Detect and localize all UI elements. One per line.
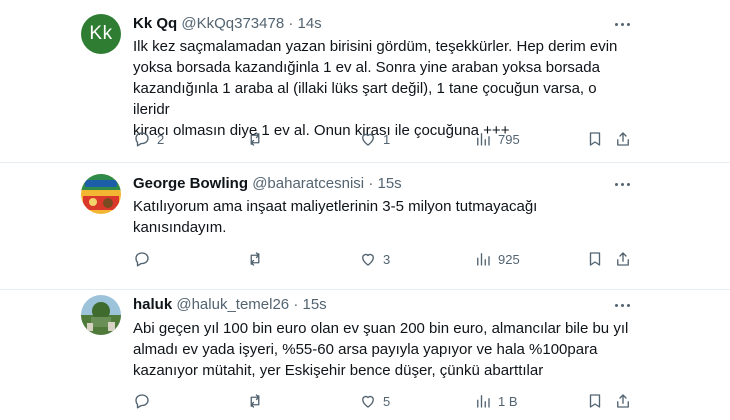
like-button[interactable]: 5 — [359, 391, 390, 411]
bookmark-icon — [589, 252, 601, 266]
reply-button[interactable] — [133, 249, 157, 269]
views-button[interactable]: 795 — [474, 129, 520, 149]
views-icon — [477, 395, 490, 408]
reply-count: 2 — [157, 131, 165, 147]
like-button[interactable]: 3 — [359, 249, 390, 269]
action-bar: 3 925 — [0, 249, 730, 269]
like-icon — [362, 395, 374, 408]
more-icon[interactable] — [612, 14, 632, 34]
author-handle[interactable]: @baharatcesnisi — [252, 175, 364, 192]
avatar[interactable] — [81, 295, 121, 335]
retweet-icon — [250, 132, 260, 146]
views-count: 795 — [498, 131, 520, 147]
separator-dot: · — [293, 296, 299, 313]
views-count: 1 B — [498, 393, 518, 409]
author-name[interactable]: George Bowling — [133, 175, 248, 192]
author-name[interactable]: Kk Qq — [133, 15, 177, 32]
like-icon — [362, 253, 374, 266]
tweet[interactable]: haluk @haluk_temel26 · 15s Abi geçen yıl… — [0, 290, 730, 420]
retweet-button[interactable] — [246, 391, 270, 411]
avatar[interactable] — [81, 174, 121, 214]
tweet-header: Kk Qq @KkQq373478 · 14s — [133, 15, 322, 33]
reply-icon — [135, 132, 149, 147]
tweet-text: Katılıyorum ama inşaat maliyetlerinin 3-… — [133, 198, 538, 236]
author-name[interactable]: haluk — [133, 296, 172, 313]
timestamp[interactable]: 15s — [303, 296, 327, 313]
share-button[interactable] — [614, 391, 632, 411]
bookmark-button[interactable] — [586, 129, 604, 149]
author-handle[interactable]: @KkQq373478 — [181, 15, 284, 32]
author-handle[interactable]: @haluk_temel26 — [176, 296, 289, 313]
bookmark-icon — [589, 394, 601, 408]
reply-icon — [135, 394, 149, 409]
like-count: 1 — [383, 131, 391, 147]
avatar-image — [81, 174, 121, 214]
avatar-initials: Kk — [89, 23, 113, 44]
reply-icon — [135, 252, 149, 267]
retweet-icon — [250, 252, 260, 266]
views-icon — [477, 253, 490, 266]
share-button[interactable] — [614, 129, 632, 149]
tweet[interactable]: George Bowling @baharatcesnisi · 15s Kat… — [0, 163, 730, 289]
share-icon — [617, 394, 629, 408]
reply-button[interactable] — [133, 391, 157, 411]
bookmark-button[interactable] — [586, 249, 604, 269]
bookmark-icon — [589, 132, 601, 146]
views-count: 925 — [498, 251, 520, 267]
separator-dot: · — [368, 175, 374, 192]
like-count: 5 — [383, 393, 391, 409]
tweet-text: Abi geçen yıl 100 bin euro olan ev şuan … — [133, 320, 629, 379]
views-button[interactable]: 925 — [474, 249, 520, 269]
tweet-header: George Bowling @baharatcesnisi · 15s — [133, 175, 402, 193]
reply-button[interactable]: 2 — [133, 129, 164, 149]
avatar[interactable]: Kk — [81, 14, 121, 54]
retweet-icon — [250, 394, 260, 408]
tweet-header: haluk @haluk_temel26 · 15s — [133, 296, 327, 314]
like-button[interactable]: 1 — [359, 129, 390, 149]
more-icon[interactable] — [612, 174, 632, 194]
timestamp[interactable]: 14s — [298, 15, 322, 32]
tweet[interactable]: Kk Kk Qq @KkQq373478 · 14s Ilk kez saçma… — [0, 0, 730, 162]
retweet-button[interactable] — [246, 249, 270, 269]
avatar-image — [81, 295, 121, 335]
bookmark-button[interactable] — [586, 391, 604, 411]
share-icon — [617, 252, 629, 266]
separator-dot: · — [288, 15, 294, 32]
tweet-text: Ilk kez saçmalamadan yazan birisini görd… — [133, 38, 618, 139]
share-icon — [617, 132, 629, 146]
like-icon — [362, 133, 374, 146]
retweet-button[interactable] — [246, 129, 270, 149]
action-bar: 5 1 B — [0, 391, 730, 411]
share-button[interactable] — [614, 249, 632, 269]
timestamp[interactable]: 15s — [377, 175, 401, 192]
more-icon[interactable] — [612, 295, 632, 315]
views-button[interactable]: 1 B — [474, 391, 518, 411]
views-icon — [477, 133, 490, 146]
like-count: 3 — [383, 251, 391, 267]
action-bar: 2 1 795 — [0, 129, 730, 149]
